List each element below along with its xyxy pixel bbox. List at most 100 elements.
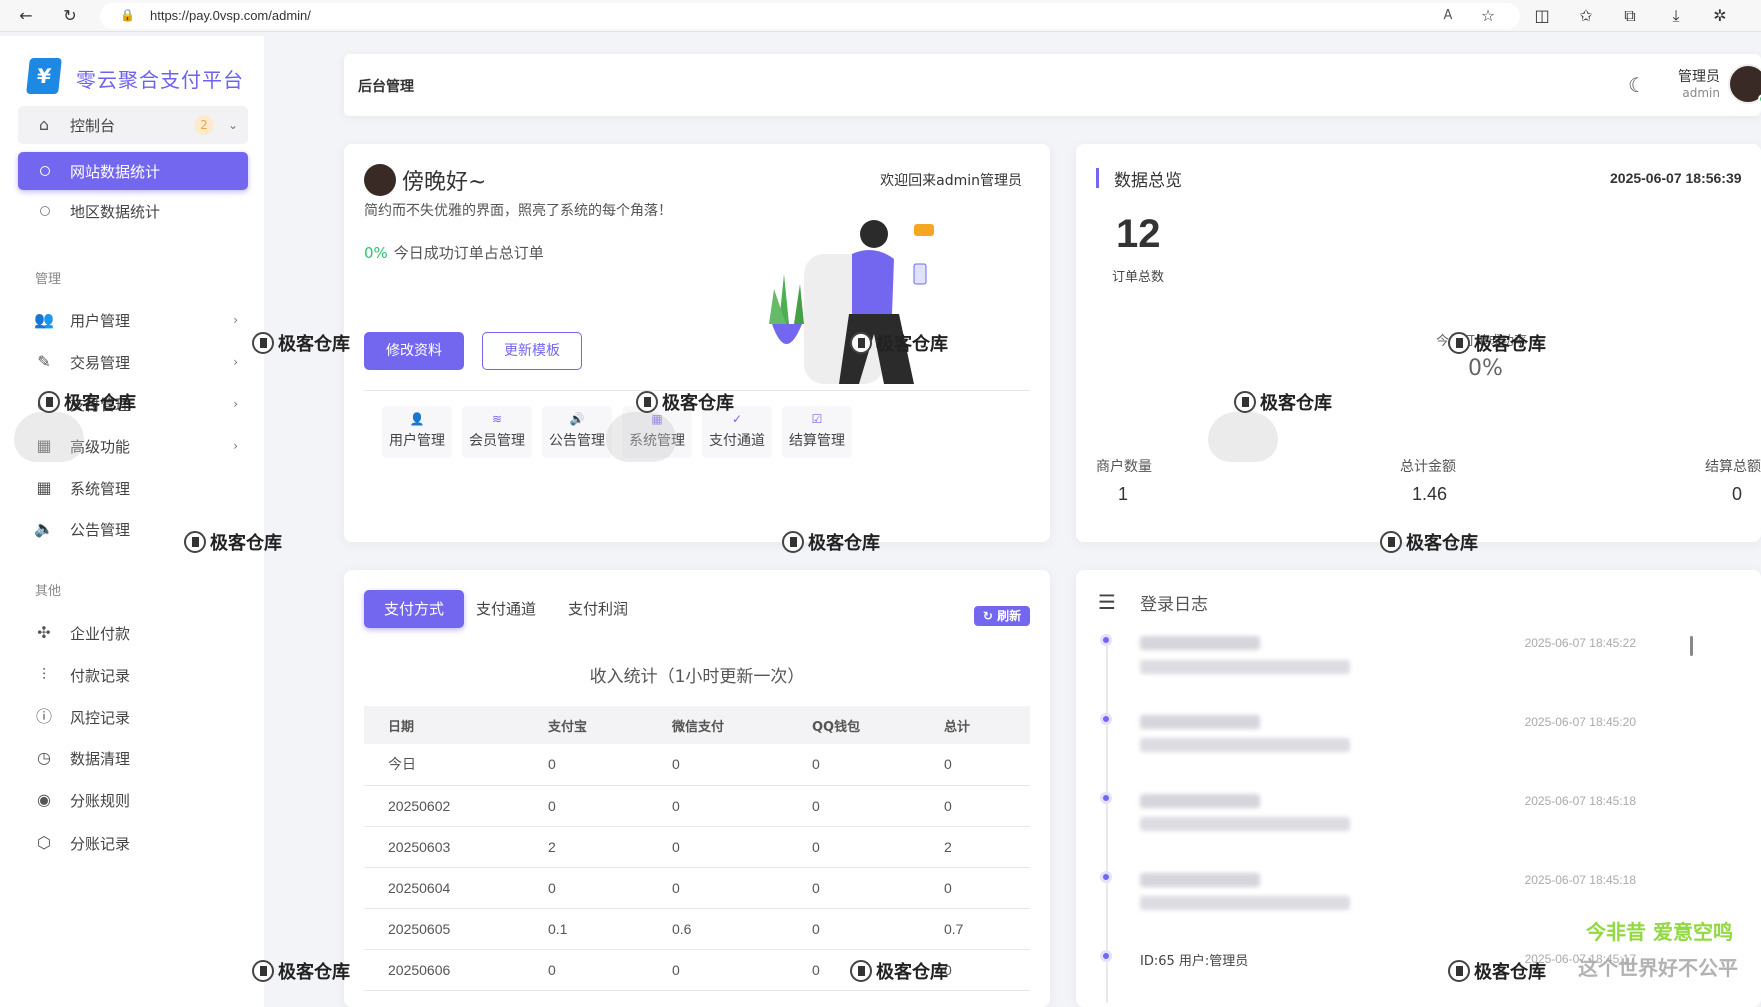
table-cell: 0 — [788, 908, 920, 950]
table-cell: 2 — [920, 826, 1030, 868]
nav-label: 交易管理 — [70, 353, 131, 372]
quick-link-member[interactable]: ≋ 会员管理 — [462, 406, 532, 458]
redacted-text — [1140, 715, 1260, 729]
table-cell: 0 — [920, 785, 1030, 827]
table-cell: 0 — [788, 744, 920, 786]
nav-split-records[interactable]: ⬡ 分账记录 — [18, 824, 248, 862]
greeting-title: 傍晚好~ — [402, 170, 487, 195]
table-cell: 0 — [524, 744, 648, 786]
user-role: 管理员 — [1678, 69, 1720, 85]
update-template-button[interactable]: 更新模板 — [482, 332, 582, 370]
quick-link-notice[interactable]: 🔊 公告管理 — [542, 406, 612, 458]
edit-profile-button[interactable]: 修改资料 — [364, 332, 464, 370]
watermark-text: 极客仓库 — [808, 533, 880, 554]
greeting-subtitle: 简约而不失优雅的界面，照亮了系统的每个角落！ — [364, 203, 672, 219]
income-title: 收入统计（1小时更新一次） — [589, 667, 805, 687]
sidebar: ¥ 零云聚合支付平台 ⌂ 控制台 2 ⌄ 网站数据统计 地区数据统计 管理 👥 … — [0, 36, 264, 1007]
stat-value-settle: 0 — [1732, 484, 1743, 504]
home-icon: ⌂ — [38, 115, 50, 134]
clock-icon: ◷ — [37, 748, 51, 767]
stat-label-settle: 结算总额 — [1705, 459, 1761, 475]
table-cell: 0 — [920, 867, 1030, 909]
timeline-dot — [1100, 871, 1112, 883]
back-icon[interactable]: ← — [16, 6, 36, 26]
tab-pay-channel[interactable]: 支付通道 — [464, 590, 548, 628]
avatar[interactable] — [1728, 64, 1761, 104]
table-cell: 0.6 — [648, 908, 788, 950]
nav-enterprise-pay[interactable]: ✣ 企业付款 — [18, 614, 248, 652]
watermark: 极客仓库 — [1448, 958, 1546, 984]
favorites-icon[interactable]: ✩ — [1576, 6, 1596, 26]
quick-link-user[interactable]: 👤 用户管理 — [382, 406, 452, 458]
today-rate-value: 0% — [1468, 356, 1503, 381]
income-card: 支付方式 支付通道 支付利润 ↻ 刷新 收入统计（1小时更新一次） 日期 支付宝… — [344, 570, 1050, 1007]
chrome-icon: ◉ — [37, 790, 51, 809]
layers-icon: ≋ — [491, 412, 503, 426]
column-header: 日期 — [364, 706, 524, 744]
redacted-text — [1140, 817, 1350, 831]
moon-icon[interactable]: ☾ — [1628, 73, 1646, 97]
quick-link-settle[interactable]: ☑ 结算管理 — [782, 406, 852, 458]
scrollbar[interactable] — [1690, 636, 1693, 656]
success-rate-label: 今日成功订单占总订单 — [393, 244, 544, 262]
table-cell: 0 — [648, 744, 788, 786]
nav-site-stats[interactable]: 网站数据统计 — [18, 152, 248, 190]
list-icon: ☰ — [1098, 590, 1116, 614]
table-cell: 0 — [788, 826, 920, 868]
watermark-text: 极客仓库 — [1474, 334, 1546, 355]
nav-label: 分账记录 — [70, 834, 131, 853]
login-log-title: 登录日志 — [1140, 595, 1208, 615]
nav-data-cleanup[interactable]: ◷ 数据清理 — [18, 739, 248, 777]
tab-pay-profit[interactable]: 支付利润 — [548, 590, 648, 628]
nav-user-manage[interactable]: 👥 用户管理 › — [18, 301, 248, 339]
column-header: 微信支付 — [648, 706, 788, 744]
alert-circle-icon: ⓘ — [35, 707, 52, 726]
download-icon[interactable]: ⤓ — [1666, 6, 1686, 26]
collections-icon[interactable]: ⧉ — [1620, 6, 1640, 26]
refresh-button[interactable]: ↻ 刷新 — [974, 606, 1030, 626]
address-bar[interactable]: 🔒 https://pay.0vsp.com/admin/ — [100, 3, 1520, 29]
nav-split-rules[interactable]: ◉ 分账规则 — [18, 781, 248, 819]
nav-pay-records[interactable]: ⫶ 付款记录 — [18, 656, 248, 694]
nav-dashboard[interactable]: ⌂ 控制台 2 ⌄ — [18, 106, 248, 144]
chevron-right-icon: › — [233, 397, 238, 411]
watermark-icon — [1234, 391, 1256, 413]
watermark: 极客仓库 — [636, 389, 734, 415]
count-badge: 2 — [194, 115, 214, 135]
split-screen-icon[interactable]: ◫ — [1532, 6, 1552, 26]
nav-system[interactable]: ▦ 系统管理 — [18, 469, 248, 507]
nav-trade-manage[interactable]: ✎ 交易管理 › — [18, 343, 248, 381]
watermark: 极客仓库 — [850, 330, 948, 356]
table-cell: 20250605 — [364, 908, 524, 950]
user-icon: 👤 — [409, 412, 425, 426]
watermark-text: 极客仓库 — [1406, 533, 1478, 554]
chevron-right-icon: › — [233, 313, 238, 327]
stat-label-amount: 总计金额 — [1400, 459, 1456, 475]
read-aloud-icon[interactable]: A — [1438, 6, 1458, 26]
table-cell: 0 — [648, 949, 788, 991]
quick-link-label: 支付通道 — [709, 433, 765, 449]
nav-label: 数据清理 — [70, 749, 131, 768]
log-time: 2025-06-07 18:45:22 — [1524, 636, 1636, 650]
logo-icon: ¥ — [26, 58, 62, 94]
nav-dashboard-label: 控制台 — [70, 116, 116, 135]
reload-icon[interactable]: ↻ — [60, 6, 80, 26]
lock-icon: 🔒 — [120, 8, 135, 22]
extensions-icon[interactable]: ✲ — [1710, 6, 1730, 26]
quick-link-label: 用户管理 — [389, 433, 445, 449]
top-navbar: 后台管理 ☾ 管理员 admin — [344, 54, 1761, 116]
watermark-text: 极客仓库 — [1260, 393, 1332, 414]
timeline-dot — [1100, 634, 1112, 646]
nav-label: 用户管理 — [70, 311, 131, 330]
watermark: 极客仓库 — [1380, 529, 1478, 555]
favorite-icon[interactable]: ☆ — [1478, 6, 1498, 26]
nav-risk-records[interactable]: ⓘ 风控记录 — [18, 698, 248, 736]
table-cell: 20250602 — [364, 785, 524, 827]
overview-title: 数据总览 — [1114, 171, 1182, 191]
tab-pay-method[interactable]: 支付方式 — [364, 590, 464, 628]
watermark: 极客仓库 — [850, 958, 948, 984]
watermark-text: 极客仓库 — [278, 334, 350, 355]
nav-region-stats[interactable]: 地区数据统计 — [18, 192, 248, 230]
watermark-icon — [184, 531, 206, 553]
chevron-right-icon: › — [233, 439, 238, 453]
